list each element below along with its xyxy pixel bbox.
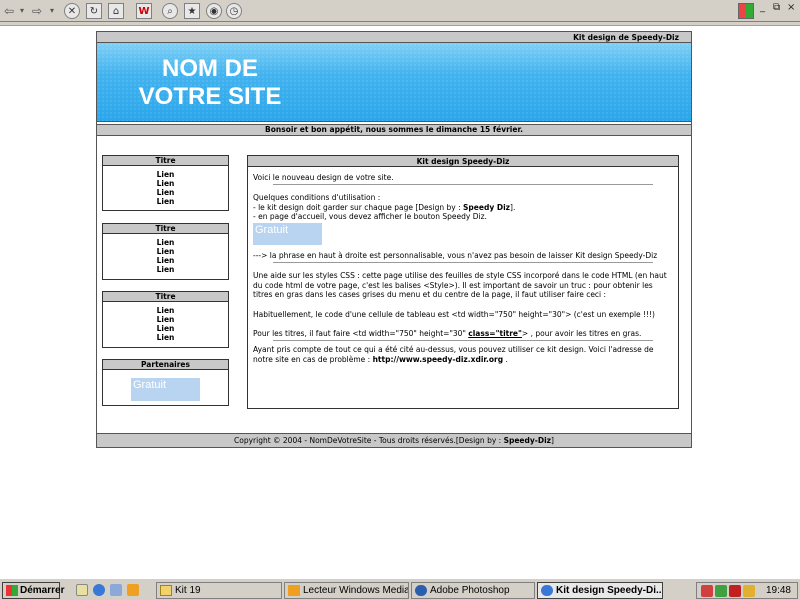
task-kit-design[interactable]: Kit design Speedy-Di... <box>537 582 663 599</box>
site-title-line1: NOM DE <box>162 55 258 82</box>
closing-text: Ayant pris compte de tout ce qui a été c… <box>253 344 654 364</box>
webshots-icon[interactable]: W <box>136 3 152 19</box>
system-tray: 19:48 <box>696 582 798 599</box>
menu-link[interactable]: Lien <box>103 197 228 206</box>
condition-2: - en page d'accueil, vous devez afficher… <box>253 212 487 222</box>
clock: 19:48 <box>765 585 791 596</box>
menu-link[interactable]: Lien <box>103 247 228 256</box>
menu-link[interactable]: Lien <box>103 170 228 179</box>
forward-dropdown-icon[interactable]: ▾ <box>50 3 54 19</box>
close-button[interactable]: × <box>787 2 795 13</box>
site-title-line2: VOTRE SITE <box>138 83 282 110</box>
toolbar-divider <box>0 22 800 26</box>
restore-button[interactable]: ⧉ <box>773 2 780 13</box>
separator <box>273 262 653 264</box>
partners-title: Partenaires <box>103 360 228 370</box>
separator <box>273 339 653 341</box>
footer: Copyright © 2004 - NomDeVotreSite - Tous… <box>97 433 691 447</box>
back-arrow-icon[interactable]: ⇦ <box>4 3 14 19</box>
page-frame: Kit design de Speedy-Diz NOM DE VOTRE SI… <box>96 31 692 448</box>
site-url-link[interactable]: http://www.speedy-diz.xdir.org <box>373 355 504 364</box>
menu-link[interactable]: Lien <box>103 306 228 315</box>
task-kit19[interactable]: Kit 19 <box>156 582 282 599</box>
windows-flag-icon <box>6 585 18 596</box>
task-photoshop[interactable]: Adobe Photoshop <box>411 582 535 599</box>
photoshop-icon <box>415 585 427 596</box>
search-icon[interactable]: ⌕ <box>162 3 178 19</box>
browser-toolbar: ⇦ ▾ ⇨ ▾ ✕ ↻ ⌂ W ⌕ ★ ◉ ◷ _ ⧉ × <box>0 0 800 22</box>
tray-icon[interactable] <box>715 585 727 597</box>
partner-badge[interactable]: Gratuit <box>131 378 200 401</box>
menu-box-2: Titre Lien Lien Lien Lien <box>102 223 229 280</box>
start-button[interactable]: Démarrer <box>2 582 64 599</box>
history-icon[interactable]: ◷ <box>226 3 242 19</box>
internet-explorer-icon[interactable] <box>93 584 105 596</box>
titles-text: Pour les titres, il faut faire <td width… <box>253 328 642 338</box>
site-banner: NOM DE VOTRE SITE <box>97 43 691 122</box>
menu-link[interactable]: Lien <box>103 238 228 247</box>
menu-link[interactable]: Lien <box>103 179 228 188</box>
menu-box-3: Titre Lien Lien Lien Lien <box>102 291 229 348</box>
menu-link[interactable]: Lien <box>103 188 228 197</box>
back-dropdown-icon[interactable]: ▾ <box>20 3 24 19</box>
task-media-player[interactable]: Lecteur Windows Media <box>284 582 409 599</box>
taskbar: Démarrer Kit 19 Lecteur Windows Media Ad… <box>0 578 800 600</box>
menu-title: Titre <box>103 224 228 234</box>
folder-icon <box>160 585 172 596</box>
menu-link[interactable]: Lien <box>103 315 228 324</box>
menu-title: Titre <box>103 156 228 166</box>
windows-logo-icon <box>738 3 754 19</box>
speaker-icon[interactable] <box>743 585 755 597</box>
home-icon[interactable]: ⌂ <box>108 3 124 19</box>
refresh-icon[interactable]: ↻ <box>86 3 102 19</box>
browser-icon <box>541 585 553 596</box>
webshots-tray-icon[interactable] <box>729 585 741 597</box>
desktop-icon[interactable] <box>76 584 88 596</box>
partners-box: Partenaires Gratuit <box>102 359 229 406</box>
main-body: Voici le nouveau design de votre site. Q… <box>248 167 678 364</box>
site-title: NOM DE VOTRE SITE <box>115 55 305 111</box>
cell-code-text: Habituellement, le code d'une cellule de… <box>253 309 655 319</box>
tray-icon[interactable] <box>701 585 713 597</box>
menu-link[interactable]: Lien <box>103 324 228 333</box>
condition-1: - le kit design doit garder sur chaque p… <box>253 202 516 212</box>
stop-icon[interactable]: ✕ <box>64 3 80 19</box>
minimize-button[interactable]: _ <box>760 2 765 13</box>
phrase-note: ---> la phrase en haut à droite est pers… <box>253 250 658 260</box>
greeting-bar: Bonsoir et bon appétit, nous sommes le d… <box>97 124 691 136</box>
top-bar-text: Kit design de Speedy-Diz <box>97 32 691 43</box>
media-player-quick-icon[interactable] <box>127 584 139 596</box>
forward-arrow-icon[interactable]: ⇨ <box>32 3 42 19</box>
menu-link[interactable]: Lien <box>103 256 228 265</box>
gratuit-badge[interactable]: Gratuit <box>253 222 322 245</box>
media-player-icon <box>288 585 300 596</box>
main-content-box: Kit design Speedy-Diz Voici le nouveau d… <box>247 155 679 409</box>
menu-box-1: Titre Lien Lien Lien Lien <box>102 155 229 211</box>
menu-link[interactable]: Lien <box>103 265 228 274</box>
outlook-icon[interactable] <box>110 584 122 596</box>
media-icon[interactable]: ◉ <box>206 3 222 19</box>
menu-link[interactable]: Lien <box>103 333 228 342</box>
main-title: Kit design Speedy-Diz <box>248 156 678 167</box>
menu-title: Titre <box>103 292 228 302</box>
intro-text: Voici le nouveau design de votre site. <box>253 173 394 182</box>
separator <box>273 184 653 186</box>
css-help-text: Une aide sur les styles CSS : cette page… <box>253 271 667 300</box>
conditions-heading: Quelques conditions d'utilisation : <box>253 193 381 203</box>
favorites-icon[interactable]: ★ <box>184 3 200 19</box>
